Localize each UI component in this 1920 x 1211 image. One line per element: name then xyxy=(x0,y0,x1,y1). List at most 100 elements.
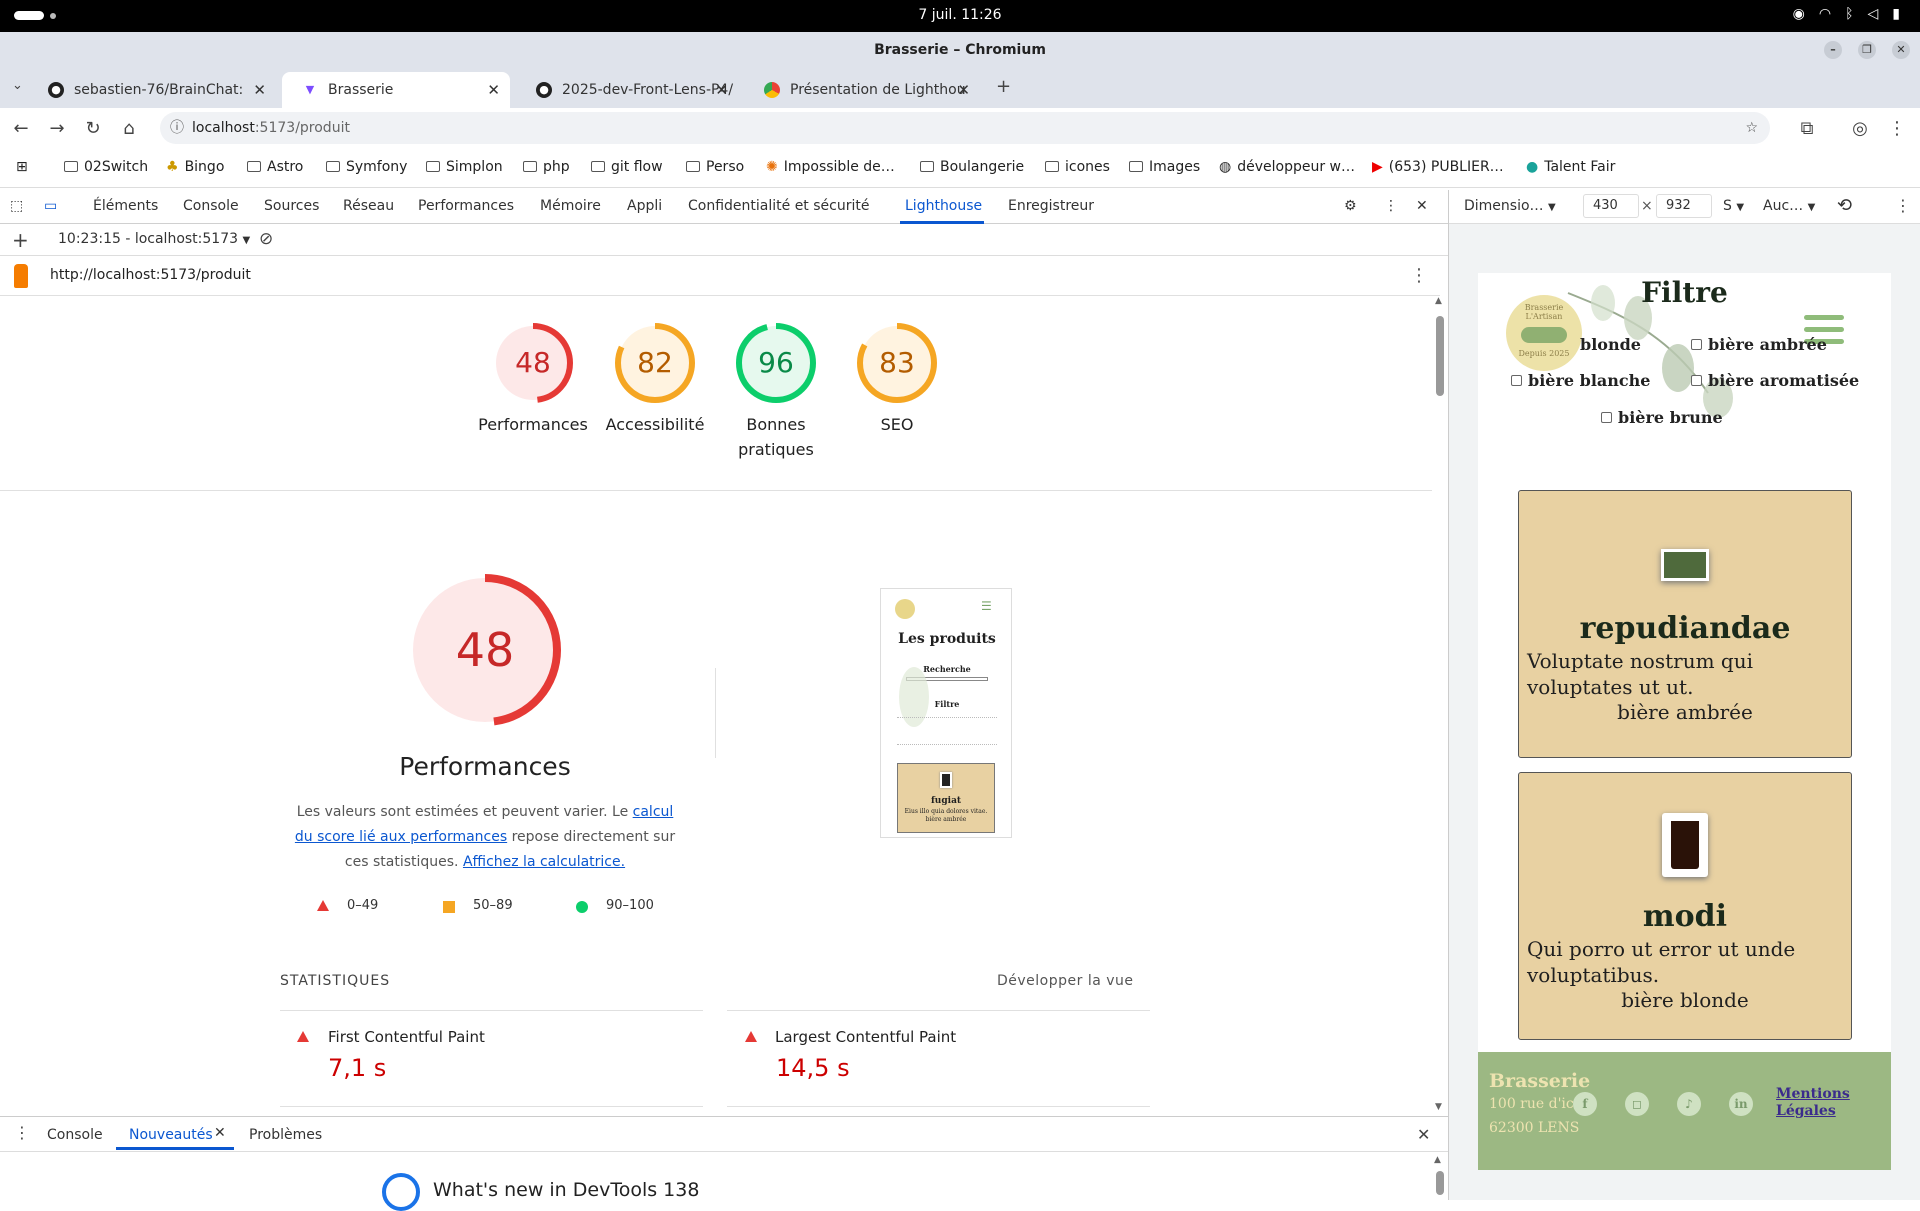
devtools-tab[interactable]: Confidentialité et sécurité xyxy=(688,198,869,214)
home-button[interactable]: ⌂ xyxy=(118,118,140,139)
checkbox[interactable] xyxy=(1691,375,1702,386)
bookmark-link[interactable]: ✺ Impossible de… xyxy=(766,159,895,175)
devtools-tab[interactable]: Console xyxy=(183,198,239,214)
bookmark-folder[interactable]: git flow xyxy=(591,159,663,175)
scrollbar-thumb[interactable] xyxy=(1436,316,1444,396)
instagram-icon[interactable]: ◻ xyxy=(1625,1092,1649,1116)
checkbox[interactable] xyxy=(1601,412,1612,423)
devtools-tab[interactable]: Réseau xyxy=(343,198,394,214)
report-scrollbar[interactable]: ▲ ▼ xyxy=(1432,296,1448,1116)
bookmark-link[interactable]: ◍ développeur w… xyxy=(1219,159,1355,175)
bookmark-folder[interactable]: icones xyxy=(1045,159,1110,175)
extensions-icon[interactable]: ⧉ xyxy=(1796,118,1818,139)
dpr-select[interactable]: S ▼ xyxy=(1723,198,1744,214)
device-toolbar-menu-icon[interactable]: ⋮ xyxy=(1895,196,1911,215)
gauge-performance[interactable]: 48 Performances xyxy=(478,322,588,437)
devtools-tab-lighthouse[interactable]: Lighthouse xyxy=(905,198,982,214)
devtools-tab[interactable]: Éléments xyxy=(93,198,158,214)
devtools-menu-icon[interactable]: ⋮ xyxy=(1384,198,1398,214)
tab-lighthouse-docs[interactable]: Présentation de Lighthou ✕ xyxy=(744,72,980,108)
devtools-tab[interactable]: Performances xyxy=(418,198,514,214)
settings-gear-icon[interactable]: ⚙ xyxy=(1344,198,1357,214)
report-url[interactable]: http://localhost:5173/produit xyxy=(50,267,251,283)
close-tab-icon[interactable]: ✕ xyxy=(487,72,500,108)
bookmark-link[interactable]: ♣ Bingo xyxy=(166,159,224,175)
bookmark-folder[interactable]: 02Switch xyxy=(64,159,148,175)
devtools-tab[interactable]: Sources xyxy=(264,198,319,214)
close-drawer-tab-icon[interactable]: ✕ xyxy=(214,1125,226,1141)
volume-muted-icon[interactable]: ◁ xyxy=(1868,6,1879,22)
checkbox[interactable] xyxy=(1691,339,1702,350)
clear-reports-icon[interactable]: ⊘ xyxy=(259,229,273,249)
device-toolbar-icon[interactable]: ▭ xyxy=(44,198,57,214)
bookmark-folder[interactable]: php xyxy=(523,159,570,175)
filter-aromatisee[interactable]: bière aromatisée xyxy=(1691,371,1859,390)
forward-button[interactable]: → xyxy=(46,118,68,139)
close-tab-icon[interactable]: ✕ xyxy=(253,72,266,108)
bookmark-folder[interactable]: Astro xyxy=(247,159,303,175)
drawer-tab-issues[interactable]: Problèmes xyxy=(249,1127,322,1143)
device-preset-select[interactable]: Dimensio… ▼ xyxy=(1464,198,1556,214)
filter-blanche[interactable]: bière blanche xyxy=(1511,371,1650,390)
browser-menu-icon[interactable]: ⋮ xyxy=(1886,118,1908,139)
new-tab-button[interactable]: + xyxy=(996,76,1011,97)
whats-new-headline[interactable]: What's new in DevTools 138 xyxy=(433,1179,699,1201)
legal-notice-link[interactable]: Mentions Légales xyxy=(1776,1086,1880,1120)
checkbox[interactable] xyxy=(1511,375,1522,386)
back-button[interactable]: ← xyxy=(10,118,32,139)
calculator-link[interactable]: Affichez la calculatrice. xyxy=(463,854,625,870)
throttle-select[interactable]: Auc… ▼ xyxy=(1763,198,1815,214)
maximize-button[interactable]: ❐ xyxy=(1858,41,1876,59)
devtools-tab[interactable]: Appli xyxy=(627,198,662,214)
system-clock[interactable]: 7 juil. 11:26 xyxy=(0,7,1920,23)
close-devtools-icon[interactable]: ✕ xyxy=(1416,198,1428,214)
gauge-seo[interactable]: 83 SEO xyxy=(842,322,952,437)
final-screenshot-thumbnail[interactable]: ☰ Les produits Recherche Filtre fugiat E… xyxy=(880,588,1012,838)
linkedin-icon[interactable]: in xyxy=(1729,1092,1753,1116)
battery-icon[interactable]: ▮ xyxy=(1892,6,1900,22)
tab-search-chevron-icon[interactable]: ⌄ xyxy=(12,78,23,93)
url-field[interactable]: ⓘ localhost:5173/produit ☆ xyxy=(160,112,1770,144)
bookmark-folder[interactable]: Perso xyxy=(686,159,744,175)
facebook-icon[interactable]: f xyxy=(1573,1092,1597,1116)
tab-brainchat[interactable]: ● sebastien-76/BrainChat: ✕ xyxy=(28,72,276,108)
drawer-tab-console[interactable]: Console xyxy=(47,1127,103,1143)
bookmark-link[interactable]: ● Talent Fair xyxy=(1526,159,1615,175)
rotate-icon[interactable]: ⟲ xyxy=(1837,195,1852,216)
product-card[interactable]: repudiandae Voluptate nostrum qui volupt… xyxy=(1518,490,1852,758)
width-input[interactable]: 430 xyxy=(1583,194,1639,218)
gauge-best-practices[interactable]: 96 Bonnes pratiques xyxy=(721,322,831,462)
close-drawer-icon[interactable]: ✕ xyxy=(1417,1125,1430,1144)
discord-icon[interactable]: ◉ xyxy=(1793,6,1805,22)
filter-ambree[interactable]: bière ambrée xyxy=(1691,335,1827,354)
drawer-menu-icon[interactable]: ⋮ xyxy=(14,1123,30,1142)
expand-view-toggle[interactable]: Développer la vue xyxy=(997,973,1134,989)
bookmark-folder[interactable]: Symfony xyxy=(326,159,407,175)
filter-blonde[interactable]: blonde xyxy=(1580,335,1641,354)
tab-brasserie[interactable]: ▼ Brasserie ✕ xyxy=(282,72,510,108)
new-report-plus-icon[interactable]: + xyxy=(12,228,29,252)
close-tab-icon[interactable]: ✕ xyxy=(957,72,970,108)
tab-lens-p4[interactable]: ● 2025-dev-Front-Lens-P4/ ✕ xyxy=(516,72,738,108)
scroll-down-icon[interactable]: ▼ xyxy=(1435,1102,1442,1112)
drawer-tab-whats-new[interactable]: Nouveautés xyxy=(129,1127,213,1143)
gauge-accessibility[interactable]: 82 Accessibilité xyxy=(600,322,710,437)
devtools-tab[interactable]: Mémoire xyxy=(540,198,601,214)
bluetooth-icon[interactable]: ᛒ xyxy=(1845,6,1853,22)
scroll-up-icon[interactable]: ▲ xyxy=(1434,1155,1441,1165)
bookmark-folder[interactable]: Simplon xyxy=(426,159,503,175)
product-card[interactable]: modi Qui porro ut error ut unde voluptat… xyxy=(1518,772,1852,1040)
scroll-up-icon[interactable]: ▲ xyxy=(1435,296,1442,306)
close-window-button[interactable]: ✕ xyxy=(1892,41,1910,59)
reload-button[interactable]: ↻ xyxy=(82,118,104,139)
brasserie-logo[interactable]: Brasserie L'Artisan Depuis 2025 xyxy=(1506,295,1582,371)
profile-icon[interactable]: ◎ xyxy=(1849,118,1871,139)
bookmark-link[interactable]: ▶ (653) PUBLIER… xyxy=(1372,159,1504,175)
wifi-icon[interactable]: ◠ xyxy=(1819,6,1831,22)
minimize-button[interactable]: – xyxy=(1824,41,1842,59)
bookmark-folder[interactable]: Images xyxy=(1129,159,1200,175)
bookmark-star-icon[interactable]: ☆ xyxy=(1745,112,1758,144)
site-info-icon[interactable]: ⓘ xyxy=(170,112,184,144)
scrollbar-thumb[interactable] xyxy=(1436,1171,1444,1195)
report-menu-icon[interactable]: ⋮ xyxy=(1410,265,1428,286)
